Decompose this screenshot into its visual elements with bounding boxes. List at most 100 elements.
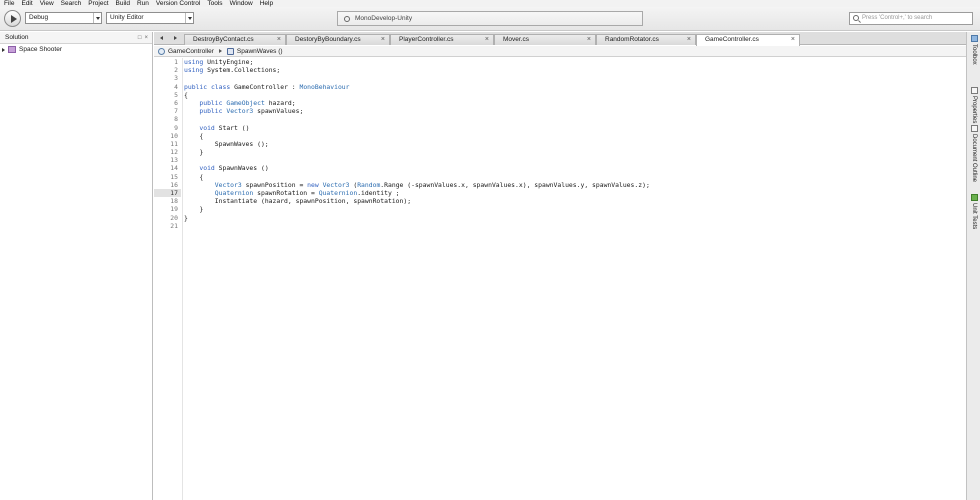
code-line[interactable]: 3 — [154, 74, 966, 82]
solution-pad-title: Solution — [5, 34, 29, 41]
close-icon[interactable]: × — [485, 35, 489, 45]
menu-search[interactable]: Search — [61, 0, 82, 7]
menu-window[interactable]: Window — [230, 0, 253, 7]
line-number: 9 — [174, 123, 178, 132]
breadcrumb-separator-icon — [218, 49, 222, 53]
menu-bar: File Edit View Search Project Build Run Version… — [0, 0, 980, 7]
tab-playercontroller[interactable]: PlayerController.cs × — [390, 34, 494, 45]
code-text: { — [184, 131, 204, 140]
search-placeholder: Press 'Control+,' to search — [862, 15, 933, 21]
close-icon[interactable]: × — [381, 35, 385, 45]
document-outline-icon — [970, 125, 978, 132]
code-text: Quaternion spawnRotation = Quaternion.id… — [214, 189, 400, 197]
code-line[interactable]: 4 public class GameController : MonoBehav… — [154, 83, 966, 91]
code-line[interactable]: 8 — [154, 115, 966, 123]
tree-item-space-shooter[interactable]: Space Shooter — [0, 44, 152, 55]
code-line[interactable]: 7 public Vector3 spawnValues; — [154, 107, 966, 115]
tab-destorybyboundary[interactable]: DestoryByBoundary.cs × — [286, 34, 390, 45]
dock-label: Toolbox — [971, 44, 977, 65]
breadcrumb-method[interactable]: SpawnWaves () — [237, 48, 283, 55]
code-text: public GameObject hazard; — [199, 98, 296, 107]
code-line[interactable]: 5{ — [154, 91, 966, 99]
code-line[interactable]: 10 { — [154, 132, 966, 140]
code-line[interactable]: 1 using UnityEngine; — [154, 58, 966, 66]
line-number: 14 — [170, 164, 178, 173]
tab-randomrotator[interactable]: RandomRotator.cs × — [596, 34, 696, 45]
close-icon[interactable]: × — [687, 35, 691, 45]
menu-build[interactable]: Build — [116, 0, 130, 7]
dock-item-properties[interactable]: Properties — [967, 87, 980, 123]
breadcrumb-class[interactable]: GameController — [168, 48, 214, 55]
line-number: 11 — [170, 139, 178, 148]
tab-mover[interactable]: Mover.cs × — [494, 34, 596, 45]
line-number: 2 — [174, 66, 178, 75]
line-number: 4 — [174, 82, 178, 91]
close-icon[interactable]: × — [277, 35, 281, 45]
run-target-select[interactable]: Unity Editor — [106, 12, 194, 24]
code-line[interactable]: 11 SpawnWaves (); — [154, 140, 966, 148]
status-area: MonoDevelop-Unity — [337, 11, 643, 26]
dock-label: Properties — [971, 96, 977, 124]
dock-item-toolbox[interactable]: Toolbox — [967, 35, 980, 65]
solution-pad-header: Solution □ × — [0, 32, 152, 44]
code-line[interactable]: 15 { — [154, 173, 966, 181]
build-config-select[interactable]: Debug — [25, 12, 102, 24]
code-line[interactable]: 16 Vector3 spawnPosition = new Vector3 (… — [154, 181, 966, 189]
search-input[interactable]: Press 'Control+,' to search — [849, 12, 973, 25]
tab-label: DestoryByBoundary.cs — [295, 36, 361, 43]
menu-view[interactable]: View — [40, 0, 54, 7]
tab-scroll-right-icon[interactable] — [170, 34, 180, 42]
line-number: 6 — [174, 98, 178, 107]
code-line[interactable]: 9 void Start () — [154, 124, 966, 132]
code-text: public class GameController : MonoBehavi… — [184, 82, 350, 91]
code-line[interactable]: 14 void SpawnWaves () — [154, 164, 966, 172]
code-line[interactable]: 21 — [154, 222, 966, 230]
code-line[interactable]: 17 Quaternion spawnRotation = Quaternion… — [154, 189, 966, 198]
chevron-down-icon — [93, 13, 101, 23]
properties-icon — [970, 87, 978, 94]
line-number: 8 — [174, 115, 178, 124]
code-text: } — [184, 148, 204, 157]
line-number: 1 — [174, 58, 178, 66]
toolbar: Debug Unity Editor MonoDevelop-Unity Pre… — [0, 7, 980, 31]
code-line[interactable]: 2 using System.Collections; — [154, 66, 966, 74]
code-line[interactable]: 19 } — [154, 205, 966, 213]
code-text: } — [184, 205, 204, 214]
menu-help[interactable]: Help — [260, 0, 273, 7]
expand-arrow-icon[interactable] — [2, 47, 5, 52]
line-number: 12 — [170, 148, 178, 157]
toolbox-icon — [970, 35, 978, 42]
unit-tests-icon — [970, 194, 978, 201]
menu-project[interactable]: Project — [88, 0, 108, 7]
close-pad-button[interactable]: × — [144, 32, 148, 44]
dock-item-document-outline[interactable]: Document Outline — [967, 125, 980, 182]
code-line[interactable]: 6 public GameObject hazard; — [154, 99, 966, 107]
menu-run[interactable]: Run — [137, 0, 149, 7]
code-editor[interactable]: 1 using UnityEngine; 2 using System.Collect… — [154, 58, 966, 500]
menu-version-control[interactable]: Version Control — [156, 0, 200, 7]
code-line[interactable]: 13 — [154, 156, 966, 164]
line-number: 5 — [174, 90, 178, 99]
close-icon[interactable]: × — [791, 35, 795, 45]
dock-pad-button[interactable]: □ — [138, 32, 142, 44]
menu-file[interactable]: File — [4, 0, 14, 7]
code-line[interactable]: 20} — [154, 214, 966, 222]
code-text: Instantiate (hazard, spawnPosition, spaw… — [214, 197, 412, 206]
code-line[interactable]: 18 Instantiate (hazard, spawnPosition, s… — [154, 197, 966, 205]
tab-scroll-left-icon[interactable] — [156, 34, 166, 42]
tab-destroybycontact[interactable]: DestroyByContact.cs × — [184, 34, 286, 45]
menu-edit[interactable]: Edit — [21, 0, 32, 7]
menu-tools[interactable]: Tools — [207, 0, 222, 7]
method-icon — [226, 47, 234, 55]
close-icon[interactable]: × — [587, 35, 591, 45]
code-text: using UnityEngine; — [184, 58, 254, 66]
editor-area: DestroyByContact.cs × DestoryByBoundary.… — [154, 32, 966, 500]
tree-item-label: Space Shooter — [19, 46, 63, 53]
run-button[interactable] — [4, 10, 21, 27]
code-line[interactable]: 12 } — [154, 148, 966, 156]
tab-label: DestroyByContact.cs — [193, 36, 254, 43]
line-number: 3 — [174, 74, 178, 83]
tab-gamecontroller[interactable]: GameController.cs × — [696, 34, 800, 46]
dock-item-unit-tests[interactable]: Unit Tests — [967, 194, 980, 229]
line-number: 7 — [174, 107, 178, 116]
